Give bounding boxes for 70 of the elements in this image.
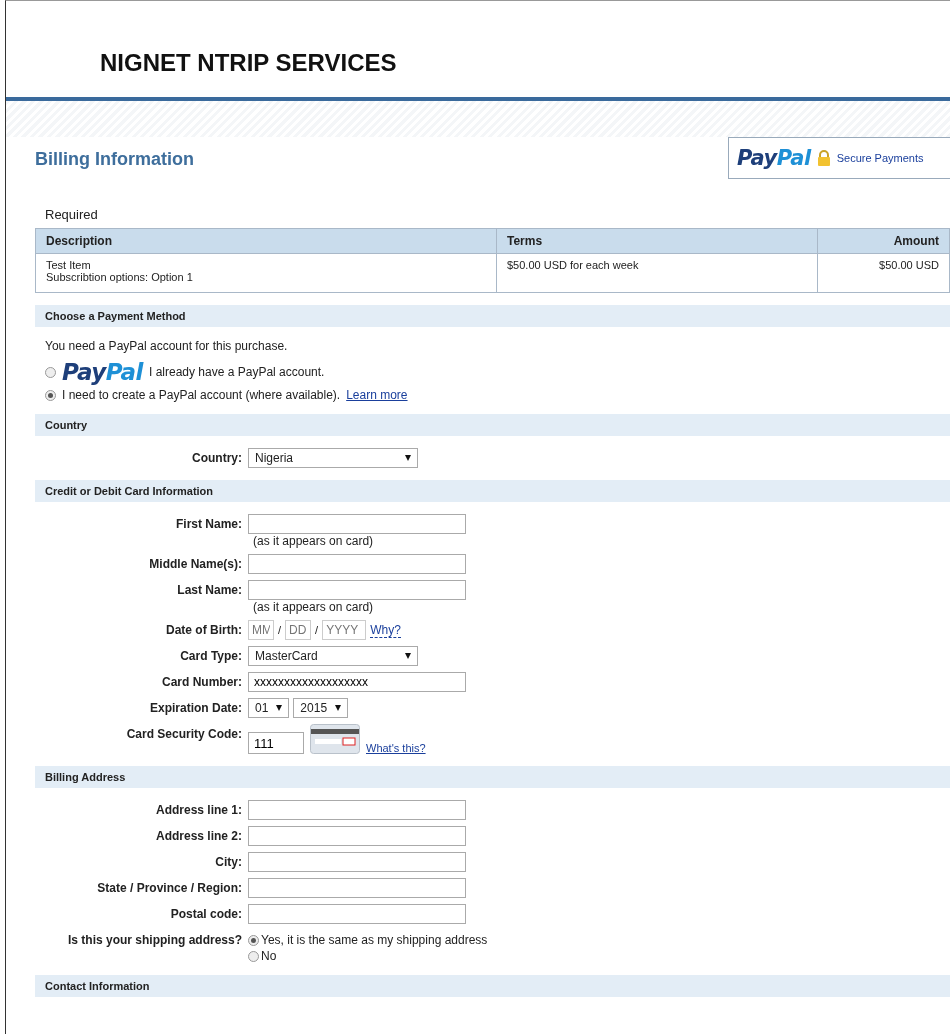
radio-label: I already have a PayPal account. [149, 365, 325, 379]
field-label: Address line 1: [154, 802, 242, 819]
caret-icon [405, 455, 411, 461]
text-field[interactable] [248, 904, 466, 924]
field-label: State / Province / Region: [96, 880, 242, 897]
table-cell: Test Item Subscribtion options: Option 1 [35, 253, 497, 293]
column-header: Description [35, 228, 497, 254]
section-header: Contact Information [35, 975, 950, 997]
card-back-icon [310, 724, 360, 754]
date-separator: / [315, 624, 319, 636]
table-cell: $50.00 USD for each week [496, 253, 818, 293]
text-field[interactable]: xxxxxxxxxxxxxxxxxxx [248, 672, 466, 692]
dropdown[interactable]: MasterCard [248, 646, 418, 666]
radio-label: I need to create a PayPal account (where available). [62, 388, 341, 402]
field-label: Last Name: [176, 582, 242, 599]
date-field[interactable]: YYYY [322, 620, 367, 640]
learn-more-link[interactable]: Learn more [346, 388, 408, 402]
field-label: Card Number: [161, 674, 242, 691]
required-note: Required [45, 207, 99, 222]
field-label: City: [214, 854, 242, 871]
field-label: Address line 2: [154, 828, 242, 845]
caret-icon [276, 705, 283, 711]
text-field[interactable] [248, 800, 466, 820]
paypal-logo: PayPal [62, 359, 143, 385]
site-title: NIGNET NTRIP SERVICES [100, 49, 397, 77]
text-field[interactable] [248, 852, 466, 872]
text-field[interactable] [248, 878, 466, 898]
field-label: Country: [191, 450, 242, 467]
table-cell: $50.00 USD [817, 253, 950, 293]
info-text: You need a PayPal account for this purchase. [45, 339, 289, 353]
dropdown[interactable]: 2015 [293, 698, 349, 718]
text-field[interactable] [248, 826, 466, 846]
radio-button[interactable] [248, 950, 259, 962]
radio-label: No [261, 949, 277, 963]
text-field[interactable] [248, 514, 466, 534]
radio-button[interactable] [248, 934, 259, 946]
secure-payments-text: Secure Payments [836, 152, 924, 164]
caret-icon [405, 653, 411, 659]
field-hint: (as it appears on card) [252, 534, 375, 548]
field-label: Is this your shipping address? [66, 932, 242, 949]
date-field[interactable]: DD [285, 620, 312, 640]
dropdown[interactable]: Nigeria [248, 448, 418, 468]
radio-button[interactable] [45, 366, 56, 378]
field-label: Date of Birth: [165, 622, 242, 639]
date-separator: / [278, 624, 282, 636]
section-header: Billing Address [35, 766, 950, 788]
whats-this-link[interactable]: What's this? [366, 742, 426, 754]
radio-label: Yes, it is the same as my shipping address [261, 933, 488, 947]
caret-icon [335, 705, 342, 711]
page-title: Billing Information [35, 149, 194, 170]
section-header: Credit or Debit Card Information [35, 480, 950, 502]
security-code-field[interactable]: 111 [248, 732, 304, 754]
field-hint: (as it appears on card) [252, 600, 375, 614]
section-header: Country [35, 414, 950, 436]
radio-button[interactable] [45, 389, 56, 401]
field-label: Postal code: [169, 906, 242, 923]
field-label: Middle Name(s): [148, 556, 242, 573]
column-header: Terms [496, 228, 818, 254]
text-field[interactable] [248, 554, 466, 574]
field-label: Card Security Code: [125, 726, 242, 743]
text-field[interactable] [248, 580, 466, 600]
dropdown[interactable]: 01 [248, 698, 290, 718]
column-header: Amount [817, 228, 950, 254]
field-label: Expiration Date: [149, 700, 242, 717]
field-label: Card Type: [179, 648, 242, 665]
padlock-icon [816, 150, 831, 166]
section-header: Choose a Payment Method [35, 305, 950, 327]
paypal-logo: PayPal [737, 146, 811, 170]
why-link[interactable]: Why? [370, 622, 401, 638]
field-label: First Name: [174, 516, 242, 533]
